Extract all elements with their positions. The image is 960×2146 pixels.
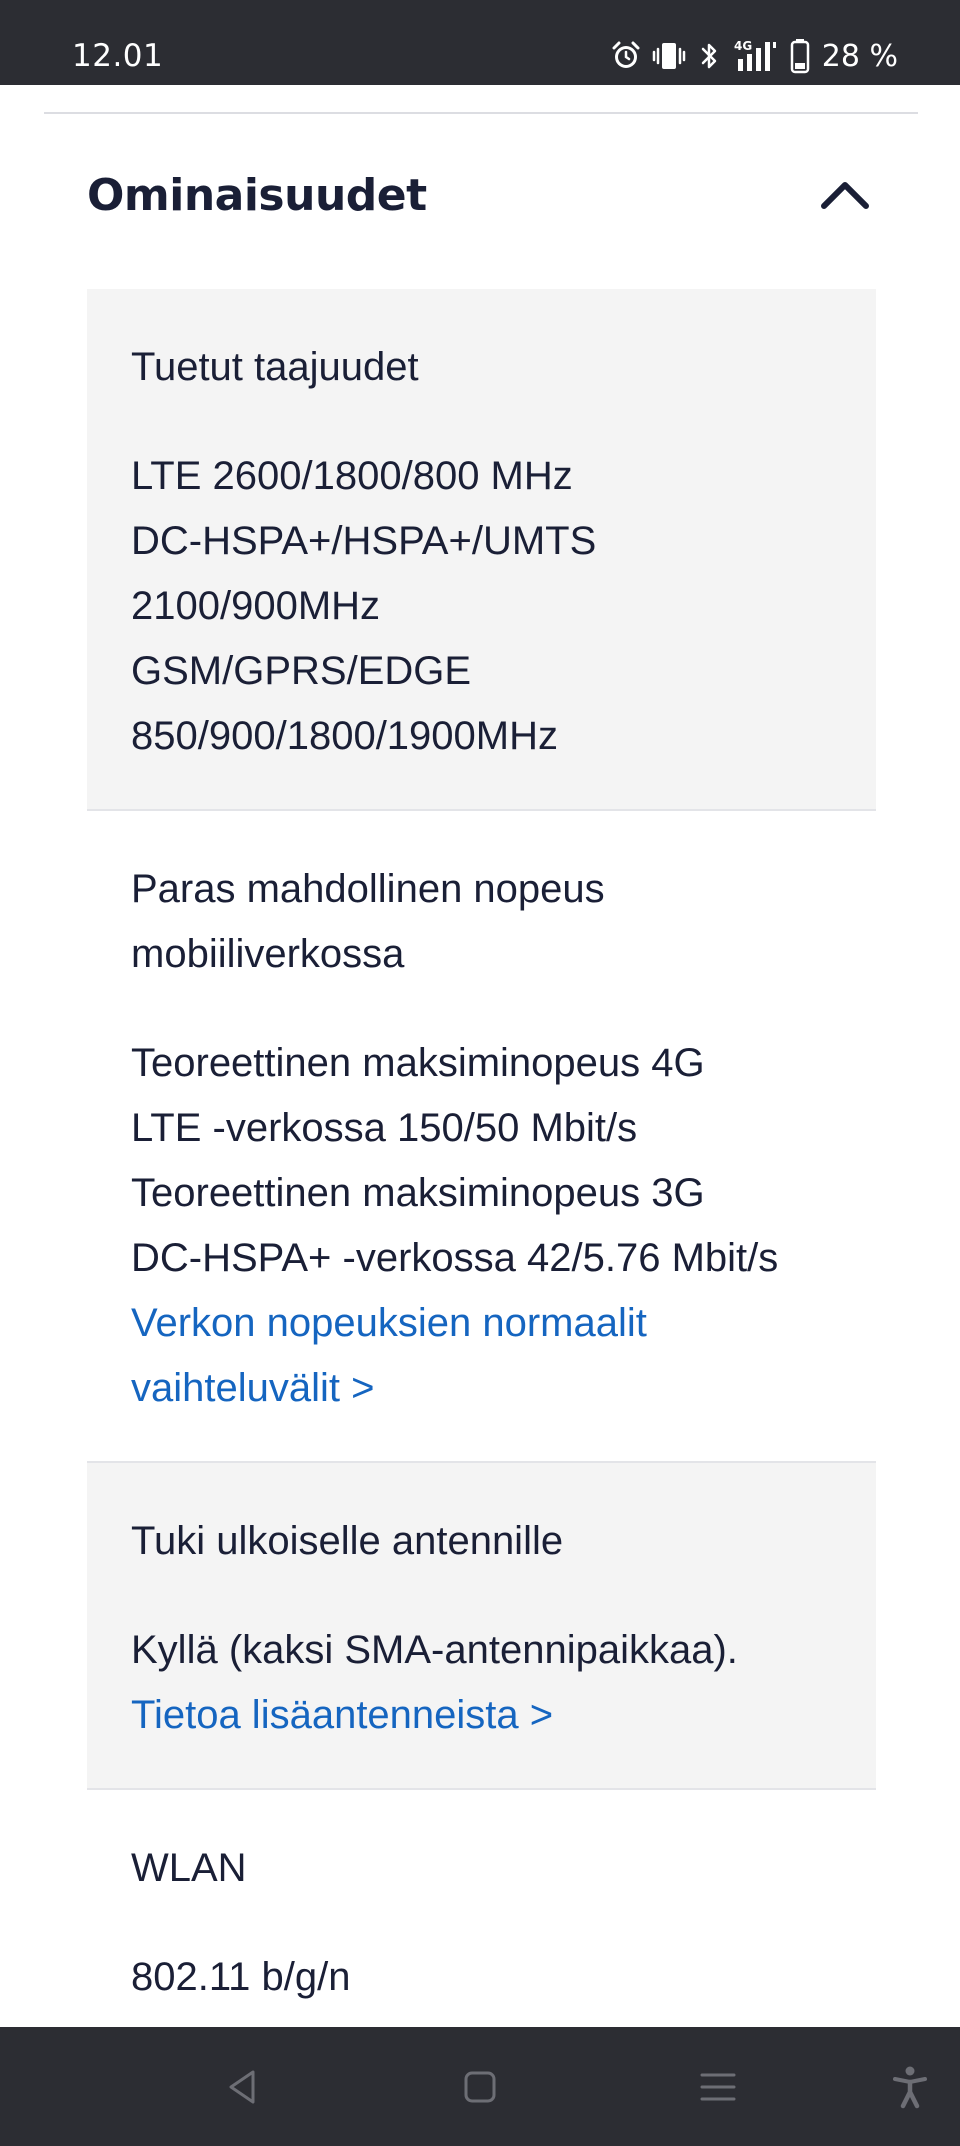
status-icons: 4G 28 % [610, 36, 898, 76]
battery-icon [790, 38, 810, 74]
accessibility-icon[interactable] [880, 2057, 940, 2117]
alarm-icon [610, 40, 642, 72]
spec-label: Tuki ulkoiselle antennille [131, 1519, 564, 1563]
spec-label: WLAN [131, 1846, 247, 1890]
spec-value: Teoreettinen maksiminopeus 4G LTE -verko… [131, 1041, 779, 1280]
spec-label: Tuetut taajuudet [131, 345, 419, 389]
section-title: Ominaisuudet [87, 169, 427, 221]
navigation-bar [0, 2027, 960, 2146]
bluetooth-icon [696, 40, 722, 72]
extra-antennas-link[interactable]: Tietoa lisäantenneista > [131, 1683, 832, 1748]
spec-row-wlan: WLAN 802.11 b/g/n [87, 1790, 876, 2027]
home-icon[interactable] [450, 2057, 510, 2117]
recents-icon[interactable] [688, 2057, 748, 2117]
spec-value: Kyllä (kaksi SMA-antennipaikkaa). [131, 1628, 738, 1672]
divider [44, 112, 918, 114]
chevron-up-icon[interactable] [817, 167, 873, 223]
status-bar: 12.01 4G 28 % [0, 0, 960, 85]
spec-label: Paras mahdollinen nopeus mobiiliverkossa [131, 867, 605, 976]
back-icon[interactable] [213, 2057, 273, 2117]
network-speed-variation-link[interactable]: Verkon nopeuksien normaalit vaihteluväli… [131, 1291, 832, 1421]
features-accordion-header[interactable]: Ominaisuudet [87, 155, 873, 235]
spec-value: 802.11 b/g/n [131, 1955, 351, 1999]
4g-signal-icon: 4G [732, 39, 780, 73]
spec-row-external-antenna: Tuki ulkoiselle antennille Kyllä (kaksi … [87, 1463, 876, 1790]
page-content: Ominaisuudet Tuetut taajuudet LTE 2600/1… [0, 85, 960, 2027]
status-time: 12.01 [72, 38, 164, 74]
svg-text:4G: 4G [734, 39, 752, 53]
battery-level: 28 % [821, 38, 898, 74]
spec-row-mobile-speed: Paras mahdollinen nopeus mobiiliverkossa… [87, 811, 876, 1463]
spec-list: Tuetut taajuudet LTE 2600/1800/800 MHz D… [87, 289, 876, 2027]
vibrate-icon [652, 40, 686, 72]
spec-row-frequencies: Tuetut taajuudet LTE 2600/1800/800 MHz D… [87, 289, 876, 811]
spec-value: LTE 2600/1800/800 MHz DC-HSPA+/HSPA+/UMT… [131, 454, 597, 758]
